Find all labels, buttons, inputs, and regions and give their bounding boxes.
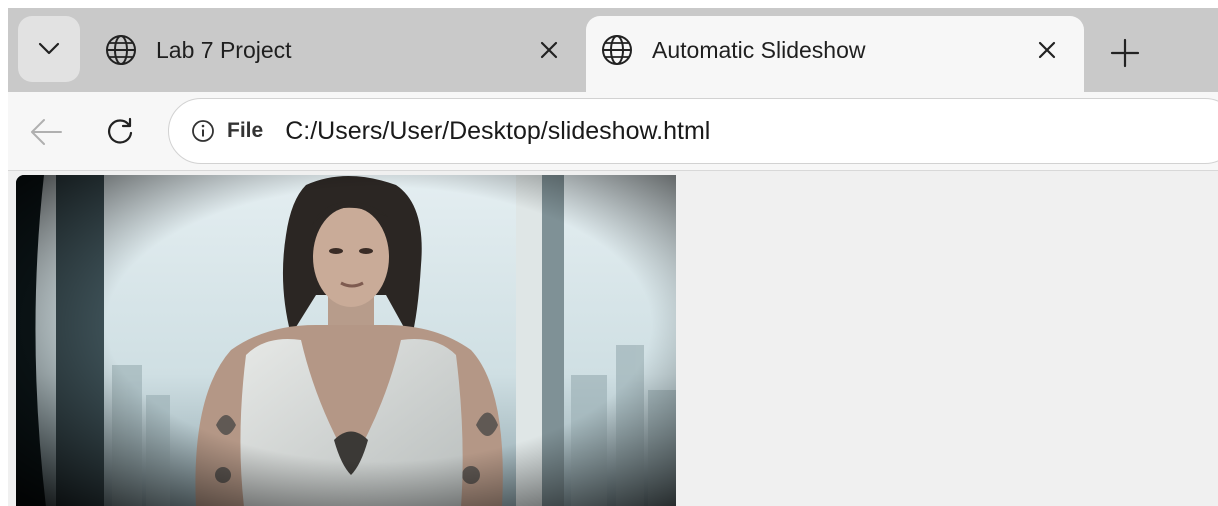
- reload-button[interactable]: [100, 112, 140, 152]
- tab-lab-7-project[interactable]: Lab 7 Project: [90, 16, 586, 92]
- close-icon[interactable]: [538, 39, 560, 61]
- globe-icon: [602, 35, 632, 65]
- navigation-toolbar: File C:/Users/User/Desktop/slideshow.htm…: [8, 92, 1218, 170]
- tab-title: Automatic Slideshow: [652, 36, 866, 63]
- reload-icon: [108, 117, 133, 144]
- tab-strip: Lab 7 Project Automatic Slideshow: [8, 8, 1218, 92]
- plus-icon: [1110, 38, 1140, 68]
- address-bar[interactable]: File C:/Users/User/Desktop/slideshow.htm…: [168, 98, 1218, 164]
- file-scheme-label: File: [227, 119, 264, 142]
- new-tab-button[interactable]: [1106, 34, 1144, 72]
- tab-search-button[interactable]: [18, 16, 80, 82]
- close-icon[interactable]: [1036, 39, 1058, 61]
- page-content: [8, 170, 1218, 506]
- back-button[interactable]: [26, 112, 66, 152]
- arrow-left-icon: [31, 119, 62, 145]
- tab-title: Lab 7 Project: [156, 36, 292, 63]
- url-text: C:/Users/User/Desktop/slideshow.html: [285, 116, 711, 145]
- tab-automatic-slideshow[interactable]: Automatic Slideshow: [586, 16, 1084, 92]
- info-icon[interactable]: [191, 119, 215, 143]
- slideshow-image: [16, 175, 676, 506]
- globe-icon: [106, 35, 136, 65]
- chevron-down-icon: [38, 42, 60, 55]
- browser-window: Lab 7 Project Automatic Slideshow File C…: [8, 8, 1218, 506]
